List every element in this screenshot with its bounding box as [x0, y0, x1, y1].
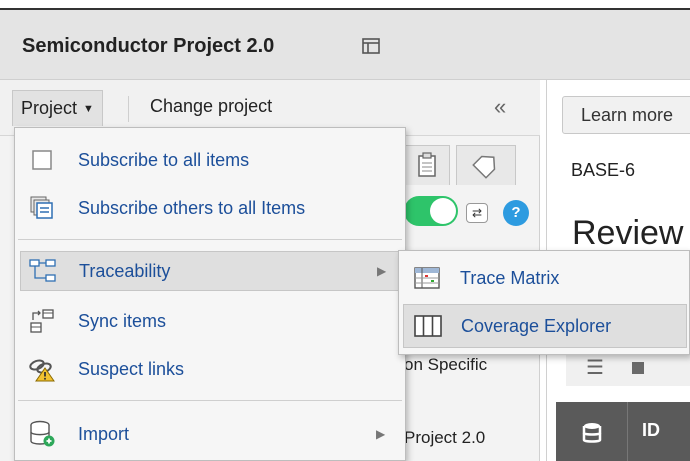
- menu-lines-icon[interactable]: ☰: [586, 355, 604, 380]
- grid-header-icon-cell[interactable]: [556, 402, 628, 461]
- menu-item-label: Subscribe others to all Items: [78, 197, 306, 218]
- sync-icon[interactable]: ⇄: [466, 203, 488, 223]
- toggle-knob: [430, 198, 456, 224]
- submenu-item-label: Trace Matrix: [460, 267, 560, 288]
- submenu-arrow-icon: ▶: [376, 427, 386, 441]
- grid-toolbar: [566, 350, 690, 386]
- menu-item-traceability[interactable]: Traceability ▶: [20, 251, 402, 291]
- menu-item-suspect-links[interactable]: Suspect links: [20, 349, 402, 389]
- menu-item-label: Subscribe to all items: [78, 149, 250, 170]
- submenu-item-trace-matrix[interactable]: Trace Matrix: [403, 256, 687, 300]
- suspect-links-icon: [28, 355, 56, 383]
- menu-item-import[interactable]: Import ▶: [20, 414, 402, 454]
- grid-header-id[interactable]: ID: [642, 420, 660, 441]
- submenu-item-label: Coverage Explorer: [461, 315, 612, 336]
- trace-matrix-icon: [411, 264, 443, 292]
- item-id: BASE-6: [571, 160, 636, 180]
- learn-more-button[interactable]: Learn more: [562, 96, 690, 134]
- menu-item-label: Sync items: [78, 310, 167, 331]
- stop-icon[interactable]: [632, 362, 644, 374]
- coverage-explorer-icon: [412, 312, 444, 340]
- toolbar-divider: [128, 96, 129, 122]
- clipboard-icon: [418, 152, 436, 177]
- checkbox-icon: [28, 146, 56, 174]
- item-heading: Review: [572, 214, 684, 252]
- traceability-icon: [29, 257, 57, 285]
- tag-icon: [472, 155, 496, 179]
- subscribe-others-icon: [28, 194, 56, 222]
- project-dropdown[interactable]: Project ▼: [12, 90, 103, 126]
- change-project-button[interactable]: Change project: [150, 96, 272, 117]
- menu-item-label: Traceability: [79, 260, 171, 281]
- menu-divider: [18, 239, 402, 240]
- menu-item-subscribe-others[interactable]: Subscribe others to all Items: [20, 188, 402, 228]
- sync-items-icon: [28, 307, 56, 335]
- menu-item-sync-items[interactable]: Sync items: [20, 301, 402, 341]
- import-icon: [28, 420, 56, 448]
- project-tree-item[interactable]: Project 2.0: [404, 428, 485, 448]
- project-dropdown-label: Project: [21, 98, 78, 118]
- tab-clipboard[interactable]: [404, 145, 450, 185]
- collapse-panel-icon[interactable]: «: [494, 94, 507, 120]
- submenu-item-coverage-explorer[interactable]: Coverage Explorer: [403, 304, 687, 348]
- app-title: Semiconductor Project 2.0: [22, 35, 275, 57]
- tab-tags[interactable]: [456, 145, 516, 185]
- menu-item-label: Import: [78, 423, 130, 444]
- layout-icon[interactable]: [362, 38, 380, 54]
- help-icon[interactable]: ?: [503, 200, 529, 226]
- toggle-switch[interactable]: [404, 196, 458, 226]
- header-top-strip: [0, 0, 690, 10]
- project-tree-item[interactable]: on Specific: [404, 355, 487, 375]
- menu-divider: [18, 400, 402, 401]
- submenu-arrow-icon: ▶: [377, 264, 387, 278]
- caret-down-icon: ▼: [83, 102, 94, 115]
- database-icon: [582, 423, 601, 443]
- menu-item-subscribe-all[interactable]: Subscribe to all items: [20, 140, 402, 180]
- menu-item-label: Suspect links: [78, 358, 185, 379]
